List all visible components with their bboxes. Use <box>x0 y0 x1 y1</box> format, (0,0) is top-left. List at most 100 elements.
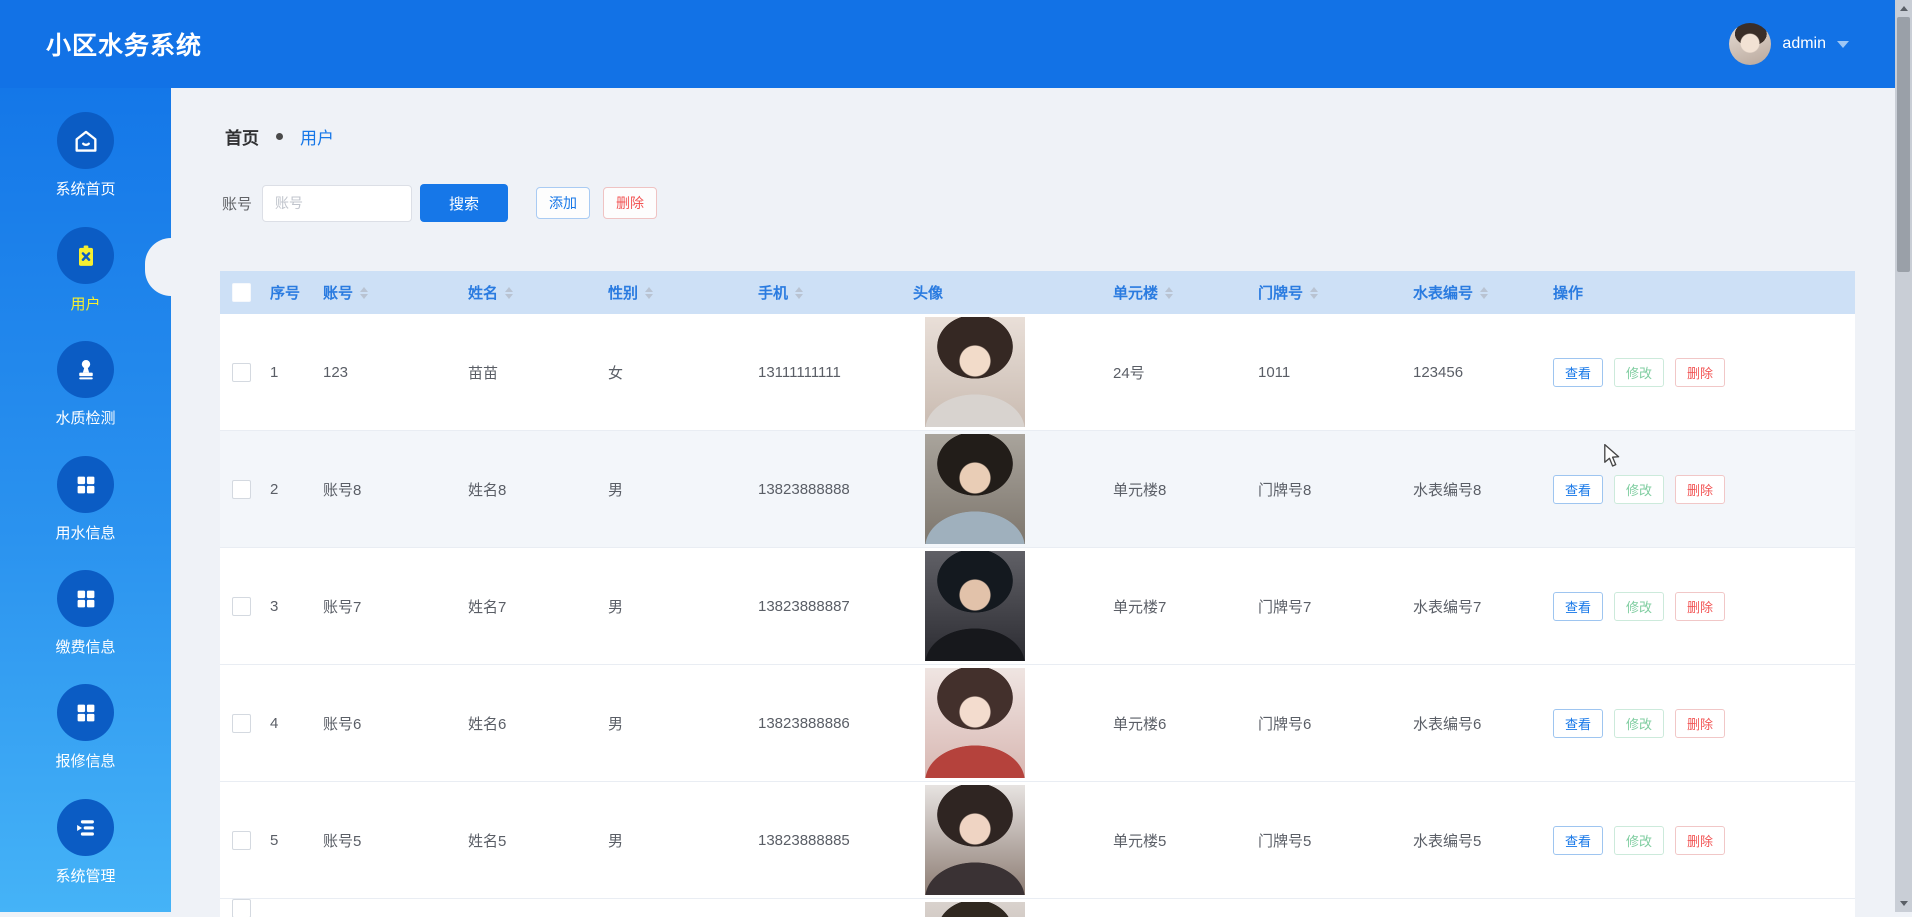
column-header-account[interactable]: 账号 <box>315 282 460 303</box>
view-button[interactable]: 查看 <box>1553 475 1603 504</box>
breadcrumb: 首页 用户 <box>225 124 334 149</box>
sidebar-item-system-admin[interactable]: 系统管理 <box>0 799 171 886</box>
cell-building: 24号 <box>1105 362 1250 383</box>
add-button[interactable]: 添加 <box>536 187 590 219</box>
table-row: 4账号6姓名6男13823888886单元楼6门牌号6水表编号6查看修改删除 <box>220 665 1855 782</box>
scrollbar-down-button[interactable] <box>1895 895 1912 912</box>
chevron-down-icon[interactable] <box>1837 41 1849 48</box>
column-header-phone[interactable]: 手机 <box>750 282 905 303</box>
column-header-avatar: 头像 <box>905 282 1105 303</box>
edit-button[interactable]: 修改 <box>1614 826 1664 855</box>
sort-caret-icon[interactable] <box>1310 287 1318 299</box>
view-button[interactable]: 查看 <box>1553 709 1603 738</box>
sidebar-item-water-quality[interactable]: 水质检测 <box>0 341 171 428</box>
row-checkbox[interactable] <box>232 597 251 616</box>
cell-avatar <box>905 668 1105 778</box>
row-checkbox[interactable] <box>232 899 251 917</box>
cell-building: 单元楼6 <box>1105 713 1250 734</box>
checkbox-cell <box>220 899 262 917</box>
cell-actions: 查看修改删除 <box>1545 358 1855 387</box>
cell-gender: 男 <box>600 830 750 851</box>
menu-collapse-icon <box>57 799 114 856</box>
home-icon <box>57 112 114 169</box>
cell-name: 姓名5 <box>460 830 600 851</box>
cell-phone: 13111111111 <box>750 364 905 381</box>
row-checkbox[interactable] <box>232 714 251 733</box>
row-checkbox[interactable] <box>232 480 251 499</box>
edit-button[interactable]: 修改 <box>1614 709 1664 738</box>
search-field-label: 账号 <box>222 193 252 214</box>
sort-caret-icon[interactable] <box>360 287 368 299</box>
grid-icon <box>57 684 114 741</box>
vertical-scrollbar[interactable] <box>1895 0 1912 912</box>
sort-caret-icon[interactable] <box>1480 287 1488 299</box>
checkbox-cell <box>220 363 262 382</box>
cell-door: 门牌号6 <box>1250 713 1405 734</box>
delete-button[interactable]: 删除 <box>1675 475 1725 504</box>
table-row: 3账号7姓名7男13823888887单元楼7门牌号7水表编号7查看修改删除 <box>220 548 1855 665</box>
cell-door: 门牌号7 <box>1250 596 1405 617</box>
sort-caret-icon[interactable] <box>1165 287 1173 299</box>
edit-button[interactable]: 修改 <box>1614 592 1664 621</box>
table-row: 2账号8姓名8男13823888888单元楼8门牌号8水表编号8查看修改删除 <box>220 431 1855 548</box>
breadcrumb-current: 用户 <box>300 124 334 149</box>
delete-button[interactable]: 删除 <box>1675 592 1725 621</box>
delete-button[interactable]: 删除 <box>1675 358 1725 387</box>
view-button[interactable]: 查看 <box>1553 358 1603 387</box>
row-checkbox[interactable] <box>232 363 251 382</box>
table-row <box>220 899 1855 917</box>
cell-actions: 查看修改删除 <box>1545 475 1855 504</box>
cell-account: 账号6 <box>315 713 460 734</box>
cell-phone: 13823888888 <box>750 481 905 498</box>
sort-caret-icon[interactable] <box>795 287 803 299</box>
sidebar-item-water-usage[interactable]: 用水信息 <box>0 456 171 543</box>
breadcrumb-home[interactable]: 首页 <box>225 124 259 149</box>
delete-button[interactable]: 删除 <box>1675 709 1725 738</box>
cell-gender: 男 <box>600 713 750 734</box>
checkbox-cell <box>220 714 262 733</box>
delete-button[interactable]: 删除 <box>1675 826 1725 855</box>
cell-avatar <box>905 785 1105 895</box>
cell-meter: 水表编号5 <box>1405 830 1545 851</box>
sidebar-item-repair[interactable]: 报修信息 <box>0 684 171 771</box>
cell-meter: 水表编号6 <box>1405 713 1545 734</box>
account-search-input[interactable] <box>262 185 412 222</box>
cell-door: 1011 <box>1250 364 1405 381</box>
sort-caret-icon[interactable] <box>505 287 513 299</box>
arrow-up-icon <box>1900 6 1908 11</box>
user-menu[interactable]: admin <box>1729 23 1849 65</box>
search-button[interactable]: 搜索 <box>420 184 508 222</box>
cell-actions: 查看修改删除 <box>1545 826 1855 855</box>
sidebar-item-label: 用水信息 <box>55 522 115 543</box>
scrollbar-up-button[interactable] <box>1895 0 1912 17</box>
row-checkbox[interactable] <box>232 831 251 850</box>
cell-index: 4 <box>262 715 315 732</box>
column-header-building[interactable]: 单元楼 <box>1105 282 1250 303</box>
column-header-gender[interactable]: 性别 <box>600 282 750 303</box>
column-header-index: 序号 <box>262 282 315 303</box>
table-row: 1123苗苗女1311111111124号1011123456查看修改删除 <box>220 314 1855 431</box>
sort-caret-icon[interactable] <box>645 287 653 299</box>
avatar-photo <box>925 668 1025 778</box>
username: admin <box>1782 35 1826 53</box>
view-button[interactable]: 查看 <box>1553 592 1603 621</box>
avatar-photo <box>925 434 1025 544</box>
column-header-meter[interactable]: 水表编号 <box>1405 282 1545 303</box>
table-body: 1123苗苗女1311111111124号1011123456查看修改删除2账号… <box>220 314 1855 917</box>
view-button[interactable]: 查看 <box>1553 826 1603 855</box>
sidebar-item-home[interactable]: 系统首页 <box>0 112 171 199</box>
column-header-name[interactable]: 姓名 <box>460 282 600 303</box>
cell-avatar <box>905 317 1105 427</box>
cell-building: 单元楼5 <box>1105 830 1250 851</box>
sidebar-item-label: 用户 <box>70 293 100 314</box>
edit-button[interactable]: 修改 <box>1614 475 1664 504</box>
batch-delete-button[interactable]: 删除 <box>603 187 657 219</box>
scrollbar-thumb[interactable] <box>1897 17 1910 272</box>
cell-account: 账号8 <box>315 479 460 500</box>
edit-button[interactable]: 修改 <box>1614 358 1664 387</box>
select-all-checkbox[interactable] <box>232 283 251 302</box>
column-header-door[interactable]: 门牌号 <box>1250 282 1405 303</box>
sidebar-item-payment[interactable]: 缴费信息 <box>0 570 171 657</box>
sidebar-item-label: 水质检测 <box>55 407 115 428</box>
user-avatar[interactable] <box>1729 23 1771 65</box>
